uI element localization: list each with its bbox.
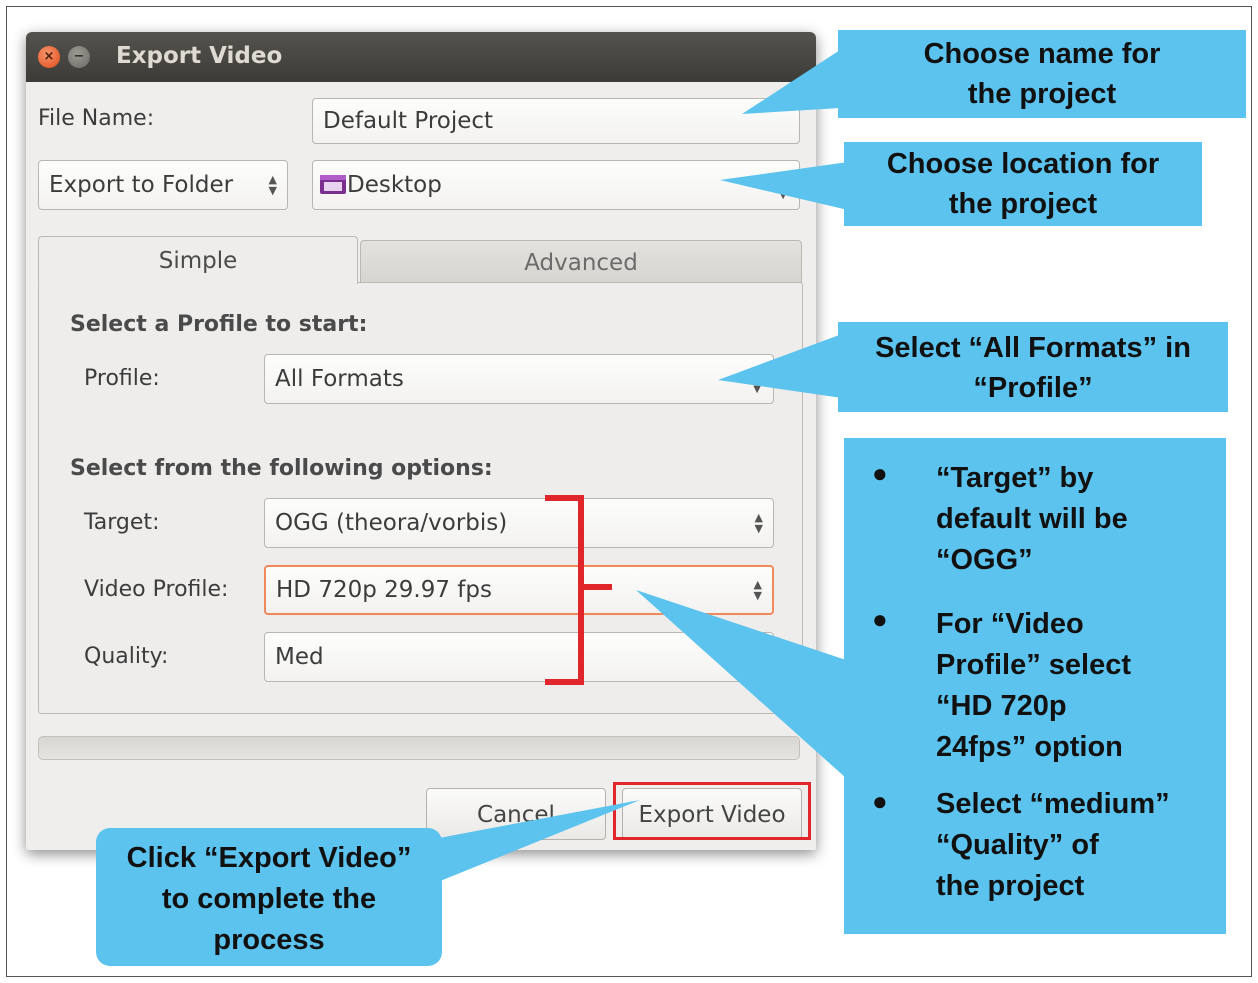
location-callout-line1: Choose location for [886,148,1160,180]
bullet-target-line2: default will be [936,503,1128,535]
bullet-video-line2: Profile” select [936,649,1132,681]
bullet-icon: ● [872,786,888,816]
export-callout-pointer [418,800,640,890]
bullet-quality-line1: Select “medium” [936,788,1170,820]
options-callout-pointer [636,590,846,778]
profile-callout-pointer [718,334,842,398]
bullet-video-line4: 24fps” option [936,731,1123,763]
bullet-quality-line2: “Quality” of [936,829,1099,861]
location-callout-line2: the project [948,188,1098,220]
export-callout-line1: Click “Export Video” [126,842,412,874]
location-callout: Choose location for the project [844,142,1202,226]
export-callout-line2: to complete the [161,883,377,915]
options-callout: ● “Target” by default will be “OGG” ● Fo… [844,438,1226,934]
export-callout-line3: process [213,924,325,956]
name-callout: Choose name for the project [838,30,1246,118]
bullet-target: “Target” by default will be “OGG” [936,458,1128,581]
profile-callout: Select “All Formats” in “Profile” [838,322,1228,412]
bullet-video-profile: For “Video Profile” select “HD 720p 24fp… [936,604,1131,768]
profile-callout-line2: “Profile” [973,372,1093,404]
profile-callout-line1: Select “All Formats” in [875,332,1191,364]
bullet-icon: ● [872,604,888,634]
bullet-icon: ● [872,458,888,488]
bullet-quality-line3: the project [936,870,1085,902]
bullet-target-line1: “Target” by [936,462,1094,494]
name-callout-line1: Choose name for [923,38,1161,70]
name-callout-line2: the project [967,78,1117,110]
bullet-target-line3: “OGG” [936,544,1033,576]
tab-simple[interactable]: Simple [38,236,358,284]
export-callout: Click “Export Video” to complete the pro… [96,828,442,966]
bullet-video-line1: For “Video [936,608,1084,640]
bullet-quality: Select “medium” “Quality” of the project [936,784,1170,907]
bullet-video-line3: “HD 720p [936,690,1067,722]
location-callout-pointer [720,162,848,210]
name-callout-pointer [742,50,840,114]
